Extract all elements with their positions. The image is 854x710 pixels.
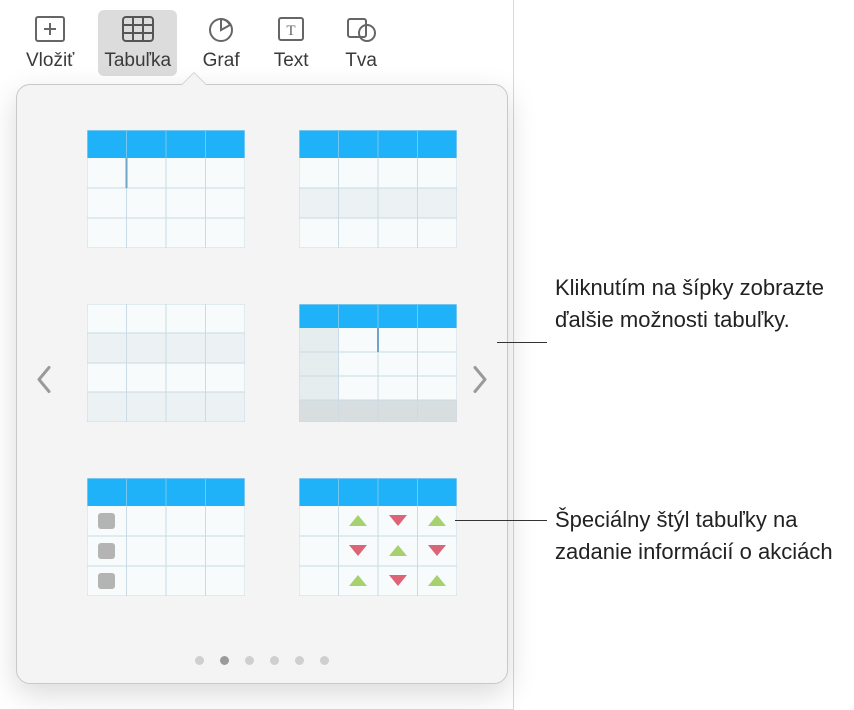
table-style-checkboxes[interactable] [87, 478, 245, 616]
page-indicator [17, 656, 507, 665]
insert-icon [30, 14, 70, 46]
page-dot[interactable] [220, 656, 229, 665]
table-style-header-blue[interactable] [87, 130, 245, 268]
table-icon [118, 14, 158, 46]
page-dot[interactable] [270, 656, 279, 665]
callout-stocks-tip: Špeciálny štýl tabuľky na zadanie inform… [555, 504, 854, 568]
callout-line [455, 520, 547, 521]
toolbar-table[interactable]: Tabuľka [98, 10, 177, 76]
table-style-header-footer[interactable] [299, 304, 457, 442]
toolbar-insert[interactable]: Vložiť [20, 10, 80, 76]
page-dot[interactable] [320, 656, 329, 665]
toolbar-label: Tabuľka [104, 50, 171, 72]
callout-line [497, 342, 547, 343]
popover-arrow [181, 73, 207, 86]
table-style-popover [16, 84, 508, 684]
svg-text:T: T [287, 23, 296, 39]
table-style-stocks[interactable] [299, 478, 457, 616]
toolbar-label: Text [274, 50, 309, 72]
table-style-plain[interactable] [87, 304, 245, 442]
toolbar: Vložiť Tabuľka Graf T Text Tva [0, 0, 510, 96]
callout-arrow-tip: Kliknutím na šípky zobrazte ďalšie možno… [555, 272, 854, 336]
toolbar-label: Vložiť [26, 50, 74, 72]
table-style-header-column[interactable] [299, 130, 457, 268]
prev-arrow-icon[interactable] [29, 359, 59, 410]
toolbar-shape[interactable]: Tva [335, 10, 387, 76]
text-icon: T [271, 14, 311, 46]
page-dot[interactable] [195, 656, 204, 665]
shape-icon [341, 14, 381, 46]
toolbar-chart[interactable]: Graf [195, 10, 247, 76]
toolbar-label: Graf [203, 50, 240, 72]
table-style-grid [17, 85, 507, 638]
toolbar-label: Tva [345, 50, 377, 72]
toolbar-text[interactable]: T Text [265, 10, 317, 76]
next-arrow-icon[interactable] [465, 359, 495, 410]
page-dot[interactable] [245, 656, 254, 665]
page-dot[interactable] [295, 656, 304, 665]
chart-icon [201, 14, 241, 46]
